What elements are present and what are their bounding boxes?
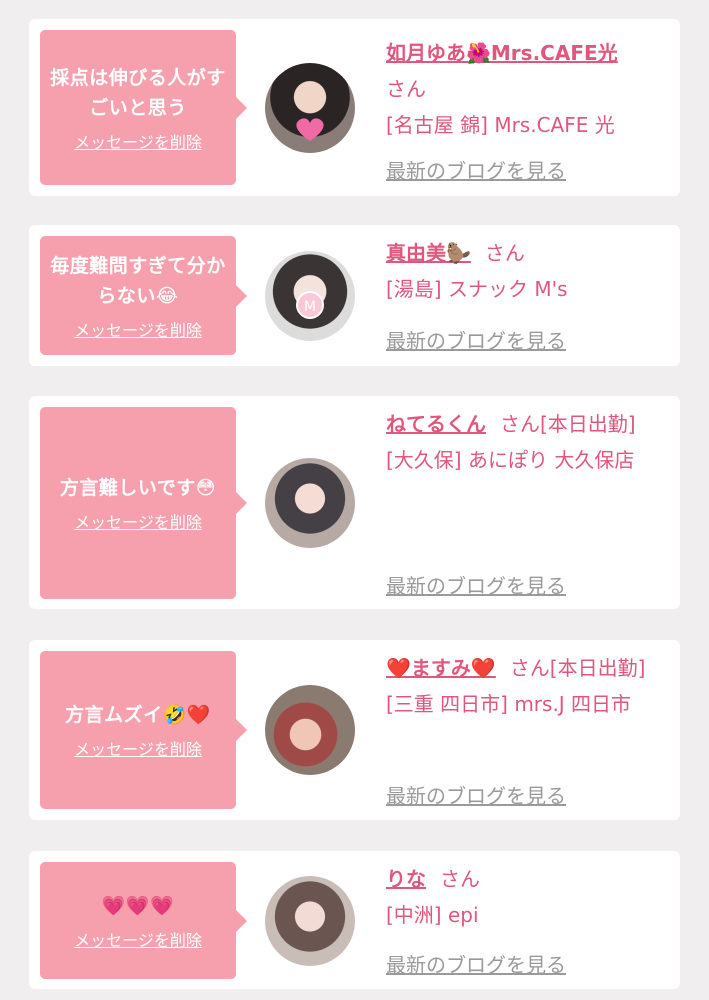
heart-sticker-icon: M	[296, 291, 324, 319]
message-card: 方言ムズイ🤣❤️ メッセージを削除 ❤️ますみ❤️ さん[本日出勤] [三重 四日…	[29, 640, 680, 820]
san-label: さん	[484, 241, 525, 265]
profile-name-link[interactable]: ❤️ますみ❤️	[386, 656, 496, 680]
profile-name-link[interactable]: りな	[386, 867, 426, 891]
delete-message-link[interactable]: メッセージを削除	[74, 509, 202, 533]
avatar[interactable]	[265, 876, 355, 966]
shop-info: [中洲] epi	[386, 903, 479, 927]
latest-blog-link[interactable]: 最新のブログを見る	[386, 325, 566, 354]
message-text: 毎度難問すぎて分からない😂	[50, 254, 226, 307]
message-text: 採点は伸びる人がすごいと思う	[50, 66, 226, 119]
profile-name-link[interactable]: 真由美🦫	[386, 241, 471, 265]
message-text: 💗💗💗	[101, 894, 175, 917]
profile-info: りな さん [中洲] epi	[386, 861, 671, 933]
shop-info: [名古屋 錦] Mrs.CAFE 光	[386, 113, 615, 137]
avatar[interactable]	[265, 458, 355, 548]
delete-message-link[interactable]: メッセージを削除	[74, 317, 202, 341]
san-label: さん[本日出勤]	[500, 412, 636, 436]
message-card: 方言難しいです😳 メッセージを削除 ねてるくん さん[本日出勤] [大久保] あに…	[29, 396, 680, 609]
message-card: 💗💗💗 メッセージを削除 りな さん [中洲] epi 最新のブログを見る	[29, 851, 680, 989]
message-text: 方言難しいです😳	[59, 477, 217, 499]
latest-blog-link[interactable]: 最新のブログを見る	[386, 780, 566, 809]
profile-info: ❤️ますみ❤️ さん[本日出勤] [三重 四日市] mrs.J 四日市	[386, 650, 671, 722]
message-bubble: 方言難しいです😳 メッセージを削除	[40, 407, 247, 599]
profile-name-link[interactable]: 如月ゆあ🌺Mrs.CAFE光	[386, 41, 618, 65]
svg-text:M: M	[304, 299, 316, 315]
shop-info: [湯島] スナック M's	[386, 277, 568, 301]
profile-info: 如月ゆあ🌺Mrs.CAFE光 さん [名古屋 錦] Mrs.CAFE 光	[386, 35, 671, 143]
profile-info: 真由美🦫 さん [湯島] スナック M's	[386, 235, 671, 307]
delete-message-link[interactable]: メッセージを削除	[74, 736, 202, 760]
shop-info: [大久保] あにぽり 大久保店	[386, 448, 635, 472]
avatar[interactable]: M	[265, 251, 355, 341]
san-label: さん	[440, 867, 480, 891]
profile-info: ねてるくん さん[本日出勤] [大久保] あにぽり 大久保店	[386, 406, 671, 478]
latest-blog-link[interactable]: 最新のブログを見る	[386, 155, 566, 184]
message-bubble: 毎度難問すぎて分からない😂 メッセージを削除	[40, 236, 247, 355]
message-card: 採点は伸びる人がすごいと思う メッセージを削除 如月ゆあ🌺Mrs.CAFE光 さ…	[29, 19, 680, 196]
latest-blog-link[interactable]: 最新のブログを見る	[386, 570, 566, 599]
message-bubble: 方言ムズイ🤣❤️ メッセージを削除	[40, 651, 247, 809]
profile-name-link[interactable]: ねてるくん	[386, 412, 486, 436]
message-bubble: 採点は伸びる人がすごいと思う メッセージを削除	[40, 30, 247, 185]
heart-sticker-icon	[296, 118, 324, 141]
delete-message-link[interactable]: メッセージを削除	[74, 129, 202, 153]
delete-message-link[interactable]: メッセージを削除	[74, 927, 202, 951]
avatar[interactable]	[265, 685, 355, 775]
message-text: 方言ムズイ🤣❤️	[65, 704, 211, 726]
message-card: 毎度難問すぎて分からない😂 メッセージを削除 M 真由美🦫 さん [湯島] スナッ…	[29, 225, 680, 366]
san-label: さん	[386, 77, 426, 101]
message-bubble: 💗💗💗 メッセージを削除	[40, 862, 247, 979]
shop-info: [三重 四日市] mrs.J 四日市	[386, 692, 632, 716]
avatar[interactable]	[265, 63, 355, 153]
san-label: さん[本日出勤]	[509, 656, 646, 680]
latest-blog-link[interactable]: 最新のブログを見る	[386, 949, 566, 978]
